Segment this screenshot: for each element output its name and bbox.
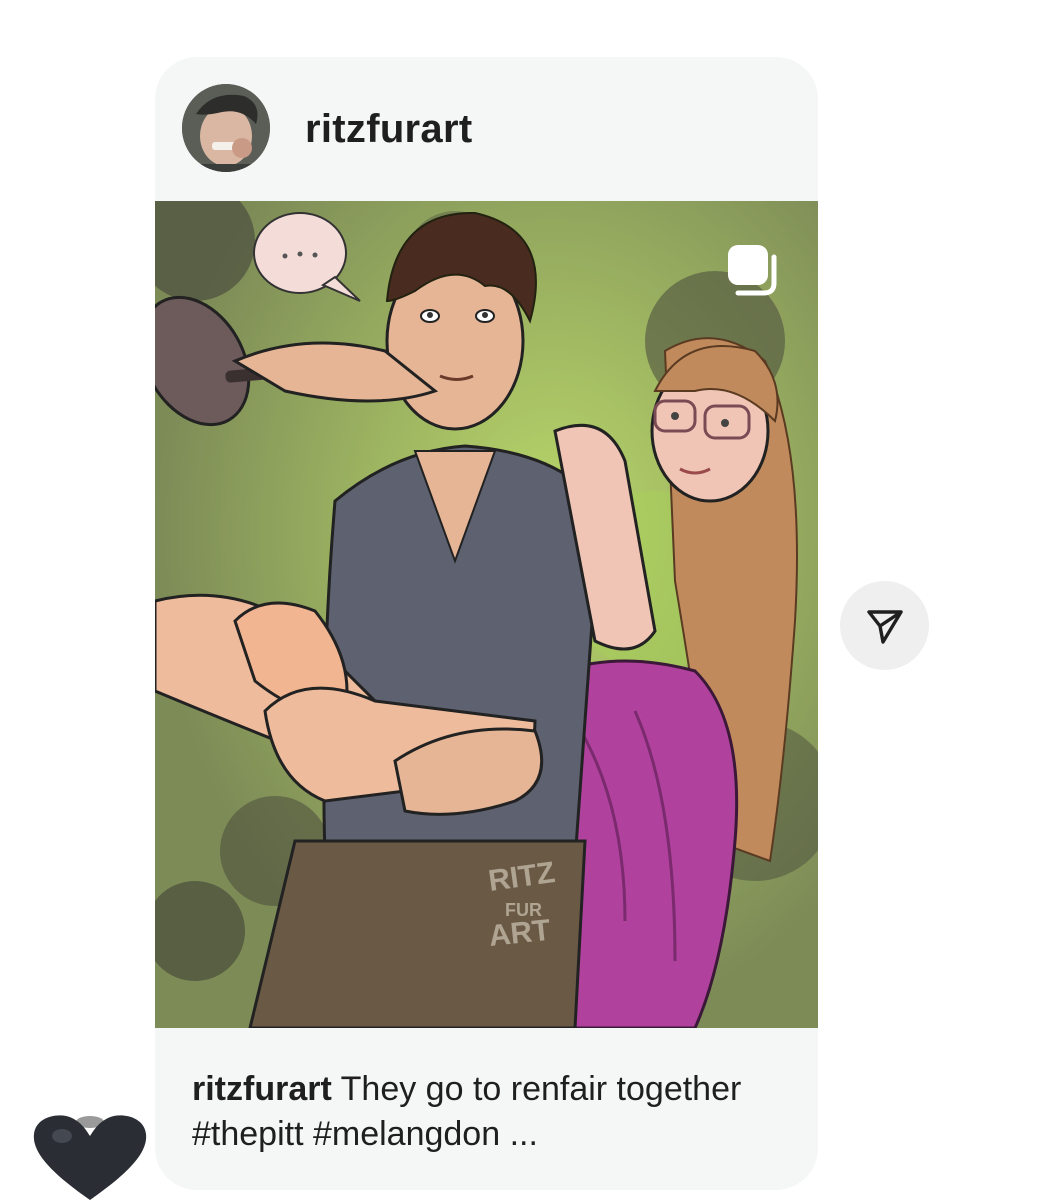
svg-text:ART: ART: [487, 914, 552, 953]
post-caption: ritzfurart They go to renfair together #…: [192, 1067, 802, 1157]
share-button[interactable]: [840, 581, 929, 670]
shared-post-card[interactable]: ritzfurart RITZ FUR ART ritzfurart They …: [155, 57, 818, 1190]
send-icon: [866, 609, 903, 644]
post-header[interactable]: ritzfurart: [155, 57, 818, 201]
post-artwork-image[interactable]: RITZ FUR ART: [155, 201, 818, 1028]
author-avatar[interactable]: [182, 84, 270, 172]
dm-thread: ritzfurart RITZ FUR ART ritzfurart They …: [0, 0, 1061, 1200]
heart-reaction-icon[interactable]: [30, 1112, 150, 1200]
post-author-username[interactable]: ritzfurart: [305, 105, 472, 153]
caption-username[interactable]: ritzfurart: [192, 1070, 332, 1108]
multiple-images-icon: [724, 241, 782, 299]
